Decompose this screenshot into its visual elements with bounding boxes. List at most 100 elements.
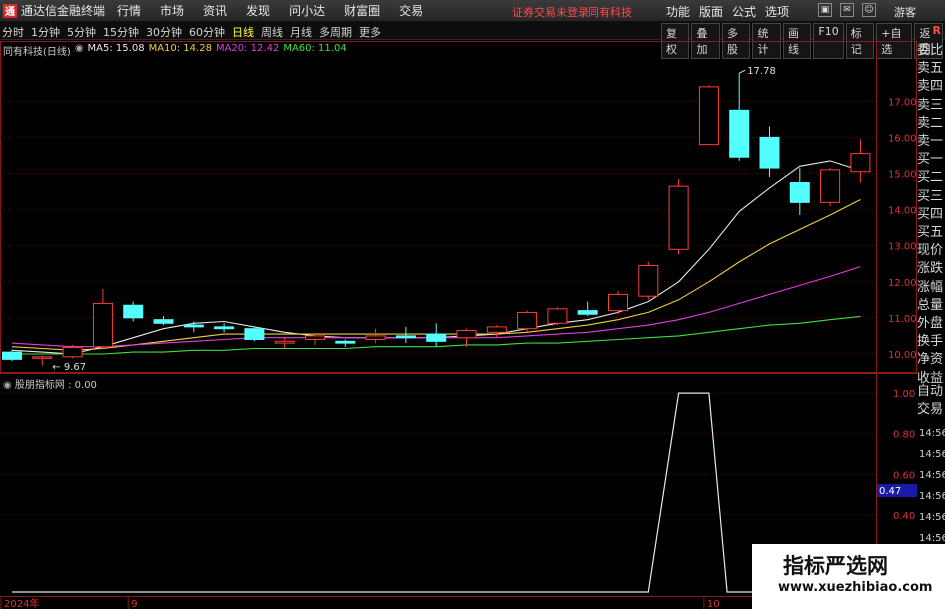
candle-body	[214, 326, 235, 330]
ma-legend-item: MA10: 14.28	[148, 43, 212, 54]
candle-body	[820, 169, 841, 203]
main-panel-frame	[0, 41, 917, 373]
candle-body	[305, 335, 325, 341]
indicator-y-tick: 0.60	[893, 470, 915, 481]
menu-item[interactable]: 交易	[399, 2, 423, 19]
period-tab[interactable]: 15分钟	[103, 24, 139, 40]
indicator-toggle-icon[interactable]: ◉	[3, 380, 12, 391]
candle-body	[547, 308, 568, 324]
menu-item[interactable]: 选项	[765, 3, 789, 20]
candle-body	[395, 335, 416, 339]
quote-field-label: 委比	[917, 43, 944, 58]
quote-field-label: 外盘	[917, 316, 944, 332]
x-tick-label: 2024年	[4, 597, 39, 609]
guest-label[interactable]: 游客	[894, 4, 916, 20]
quote-side-panel: 委比 卖五 卖四 卖三 卖二 卖一 买一 买二 买三 买四 买五 现价 涨跌 涨幅 总量 外盘 换手 净资 收益	[917, 42, 945, 388]
tick-time: 14:56	[919, 512, 945, 523]
kline-chart[interactable]: 17.00 16.00 15.00 14.00 13.00 12.00 11.00 10.00…	[0, 40, 917, 609]
candle-body	[486, 326, 507, 333]
ma-legend-item: MA5: 15.08	[87, 43, 145, 54]
skin-icon[interactable]: ▣	[818, 3, 832, 17]
period-tab[interactable]: 月线	[290, 24, 312, 40]
y-tick-label: 12.00	[888, 278, 917, 289]
x-tick-label: 10	[707, 599, 720, 609]
menu-item[interactable]: 问小达	[289, 2, 325, 19]
menu-item[interactable]: 发现	[246, 2, 270, 19]
main-menu: 行情 市场 资讯 发现 问小达 财富圈 交易	[117, 2, 442, 19]
y-tick-label: 17.00	[888, 97, 917, 108]
menu-item[interactable]: 资讯	[203, 2, 227, 19]
menu-item[interactable]: 行情	[117, 2, 141, 19]
tick-time: 14:56	[919, 449, 945, 460]
candle-body	[698, 86, 719, 146]
app-name: 通达信金融终端	[21, 4, 106, 18]
period-tab[interactable]: 多周期	[319, 24, 352, 40]
candle-body	[668, 185, 689, 250]
trade-side-panel: 自动 交易	[917, 383, 945, 419]
candle-body	[365, 335, 386, 341]
menu-item[interactable]: 功能	[666, 3, 690, 20]
period-tabs: 分时 1分钟 5分钟 15分钟 30分钟 60分钟 日线 周线 月线 多周期 更多	[2, 24, 388, 40]
login-notice[interactable]: 证券交易未登录	[512, 4, 589, 20]
candle-body	[426, 333, 447, 342]
right-panel-toggle[interactable]: R	[933, 24, 941, 37]
candle-body	[608, 293, 628, 312]
x-tick-label: 9	[131, 599, 137, 609]
title-bar: 通 通达信金融终端 行情 市场 资讯 发现 问小达 财富圈 交易 证券交易未登录 同有科技 …	[0, 0, 945, 22]
period-tab[interactable]: 5分钟	[67, 24, 96, 40]
quote-field-label: 总量	[917, 297, 944, 313]
annotation-pointer	[738, 69, 746, 74]
quote-field-label: 现价	[917, 243, 944, 259]
period-tab[interactable]: 周线	[261, 24, 283, 40]
candle-body	[759, 136, 780, 169]
period-tab[interactable]: 更多	[359, 24, 381, 40]
chart-title: 同有科技(日线)	[3, 47, 71, 58]
candle-body	[2, 351, 22, 360]
ma-legend-item: MA60: 11.04	[283, 43, 347, 54]
indicator-legend: ◉ 股朋指标网 : 0.00	[3, 376, 97, 391]
candle-body	[850, 153, 871, 173]
period-toolbar: 分时 1分钟 5分钟 15分钟 30分钟 60分钟 日线 周线 月线 多周期 更多 复权 叠加 多股 统计…	[0, 22, 945, 59]
candle-body	[789, 182, 810, 203]
y-tick-label: 13.00	[888, 242, 917, 253]
menu-item[interactable]: 版面	[699, 3, 723, 20]
indicator-y-tick: 0.40	[893, 511, 915, 522]
tick-time: 14:56	[919, 470, 945, 481]
tick-time: 14:56	[919, 428, 945, 439]
candle-body	[153, 319, 174, 324]
message-icon[interactable]: ✉	[840, 3, 854, 17]
quote-field-label: 净资	[917, 352, 944, 368]
quote-field-label: 卖五	[917, 61, 944, 77]
y-tick-label: 11.00	[888, 314, 917, 325]
candle-body	[729, 109, 750, 158]
quote-field-label: 买一	[917, 152, 944, 168]
period-tab[interactable]: 60分钟	[189, 24, 225, 40]
quote-field-label: 涨跌	[917, 261, 944, 277]
quote-field-label: 买二	[917, 170, 944, 186]
period-tab[interactable]: 1分钟	[31, 24, 60, 40]
trade-label: 交易	[917, 402, 944, 417]
y-tick-label: 10.00	[888, 350, 917, 361]
y-tick-label: 14.00	[888, 206, 917, 217]
candle-body	[92, 302, 113, 348]
candle-body	[638, 265, 659, 297]
menu-item[interactable]: 公式	[732, 3, 756, 20]
menu-item[interactable]: 市场	[160, 2, 184, 19]
legend-toggle-icon[interactable]: ◉	[75, 43, 84, 58]
quote-field-label: 卖三	[917, 97, 944, 113]
period-tab[interactable]: 30分钟	[146, 24, 182, 40]
quote-field-label: 卖四	[917, 79, 944, 95]
period-tab[interactable]: 日线	[232, 24, 254, 40]
stock-name-header: 同有科技	[588, 6, 632, 19]
trade-label: 自动	[917, 384, 944, 399]
period-tab[interactable]: 分时	[2, 24, 24, 40]
tick-time: 14:56	[919, 491, 945, 502]
candle-body	[244, 328, 265, 341]
quote-field-label: 买四	[917, 206, 944, 222]
watermark-url: www.xuezhibiao.com	[778, 580, 933, 595]
candle-body	[123, 304, 144, 319]
quote-field-label: 卖一	[917, 134, 944, 150]
menu-item[interactable]: 财富圈	[344, 2, 380, 19]
quote-field-label: 买五	[917, 225, 944, 241]
user-icon[interactable]: ☺	[862, 3, 876, 17]
